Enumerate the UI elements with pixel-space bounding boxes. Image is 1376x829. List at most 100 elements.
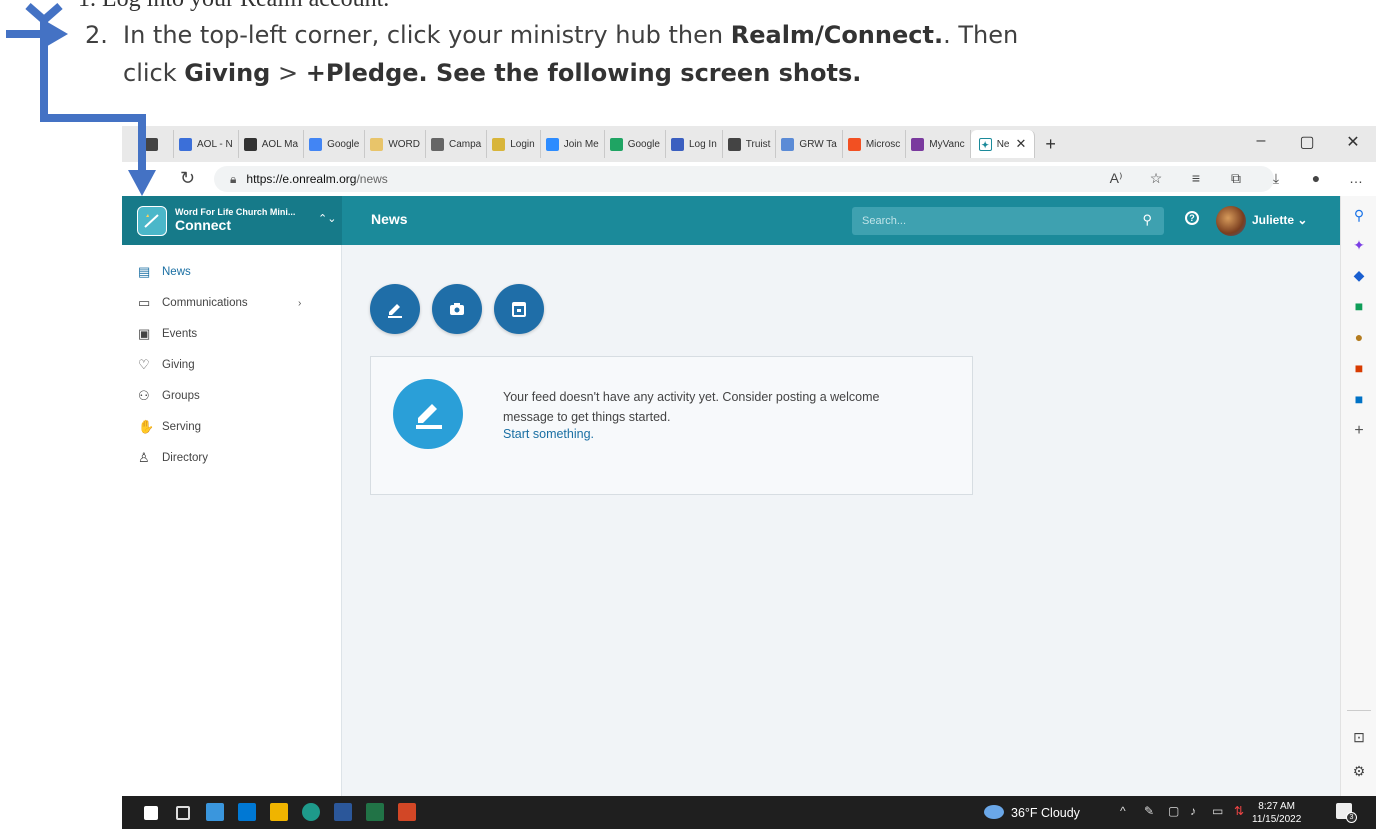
step-2-part-a: In the top-left corner, click your minis… bbox=[123, 21, 731, 49]
search-placeholder: Search... bbox=[862, 215, 907, 227]
sidebar-item-giving[interactable]: ♡ Giving bbox=[138, 358, 195, 372]
search-icon[interactable]: ⚲ bbox=[1350, 206, 1368, 224]
start-something-link[interactable]: Start something. bbox=[503, 427, 594, 441]
pen-icon[interactable]: ✎ bbox=[1144, 804, 1154, 818]
annotation-arrow bbox=[6, 2, 156, 196]
excel-icon[interactable] bbox=[366, 803, 384, 821]
file-explorer-icon[interactable] bbox=[270, 803, 288, 821]
games-icon[interactable]: ● bbox=[1350, 328, 1368, 346]
weather-text[interactable]: 36°F Cloudy bbox=[1011, 806, 1080, 820]
outlook-icon[interactable]: ■ bbox=[1350, 390, 1368, 408]
search-icon[interactable]: ⚲ bbox=[1142, 212, 1152, 228]
browser-tab[interactable]: MyVanc bbox=[906, 130, 971, 158]
browser-tab[interactable]: Join Me bbox=[541, 130, 605, 158]
add-favorite-icon[interactable]: ☆ bbox=[1136, 170, 1176, 187]
powerpoint-icon[interactable] bbox=[398, 803, 416, 821]
shopping-tag-icon[interactable]: ◆ bbox=[1350, 266, 1368, 284]
browser-tab[interactable]: Google bbox=[304, 130, 366, 158]
task-view-icon[interactable] bbox=[176, 806, 190, 820]
windows-start-icon[interactable] bbox=[144, 806, 158, 820]
browser-tab[interactable]: WORD bbox=[365, 130, 426, 158]
browser-tab-bar: AOL - N AOL Ma Google WORD Campa Login Join Me… bbox=[122, 126, 1376, 162]
sidebar-item-communications[interactable]: ▭ Communications bbox=[138, 296, 248, 310]
browser-tab[interactable]: GRW Ta bbox=[776, 130, 843, 158]
collections-icon[interactable]: ⧉ bbox=[1216, 170, 1256, 187]
pencil-icon bbox=[393, 379, 463, 449]
profile-icon[interactable]: ● bbox=[1296, 170, 1336, 187]
browser-tab[interactable]: Google bbox=[605, 130, 666, 158]
browser-tab-label: Google bbox=[627, 138, 660, 150]
word-icon[interactable] bbox=[334, 803, 352, 821]
sidebar-item-directory[interactable]: ♙ Directory bbox=[138, 451, 208, 465]
battery-icon[interactable]: ▭ bbox=[1212, 804, 1223, 818]
user-menu[interactable]: Juliette ⌄ bbox=[1252, 213, 1307, 227]
chevron-up-icon[interactable]: ^ bbox=[1120, 804, 1126, 818]
help-icon[interactable]: ? bbox=[1185, 211, 1199, 225]
camera-icon bbox=[450, 303, 464, 315]
close-tab-icon[interactable]: ✕ bbox=[1015, 136, 1026, 152]
browser-tab[interactable]: Login bbox=[487, 130, 541, 158]
browser-tab[interactable]: Microsc bbox=[843, 130, 907, 158]
minimize-button[interactable]: – bbox=[1238, 132, 1284, 152]
sidebar-collapse-icon[interactable]: ⊡ bbox=[1350, 728, 1368, 746]
sidebar-item-events[interactable]: ▣ Events bbox=[138, 327, 197, 341]
browser-tab[interactable]: Truist bbox=[723, 130, 777, 158]
downloads-icon[interactable]: ⤓ bbox=[1256, 170, 1296, 187]
giving-icon: ♡ bbox=[138, 357, 150, 372]
clock[interactable]: 8:27 AM 11/15/2022 bbox=[1252, 800, 1301, 826]
ministry-hub-switcher[interactable]: Word For Life Church Mini... Connect ⌃⌄ bbox=[122, 196, 342, 245]
sidebar-item-news[interactable]: ▤ News bbox=[138, 265, 191, 279]
realm-app: Word For Life Church Mini... Connect ⌃⌄ … bbox=[122, 196, 1340, 796]
page-title: News bbox=[371, 211, 408, 227]
zoom-icon bbox=[545, 137, 559, 151]
notification-count-badge: 3 bbox=[1346, 812, 1357, 823]
meet-icon[interactable]: ▢ bbox=[1168, 804, 1179, 818]
active-tab[interactable]: ✦ Ne ✕ bbox=[970, 130, 1036, 158]
post-button[interactable] bbox=[370, 284, 420, 334]
connect-logo-icon bbox=[137, 205, 167, 236]
new-tab-button[interactable]: + bbox=[1045, 134, 1056, 155]
volume-icon[interactable]: ♪ bbox=[1190, 804, 1196, 818]
news-icon: ▤ bbox=[138, 264, 151, 279]
browser-tab[interactable]: AOL Ma bbox=[239, 130, 305, 158]
address-bar: ↻ 🔒︎ https://e.onrealm.org/news A⁾ ☆ ≡ ⧉… bbox=[122, 162, 1376, 196]
sidebar-item-serving[interactable]: ✋ Serving bbox=[138, 420, 201, 434]
browser-tab-label: Log In bbox=[688, 138, 717, 150]
office-icon[interactable]: ■ bbox=[1350, 359, 1368, 377]
avatar[interactable] bbox=[1216, 206, 1246, 236]
more-icon[interactable]: … bbox=[1336, 170, 1376, 187]
restore-button[interactable]: ▢ bbox=[1284, 132, 1330, 152]
shield-icon bbox=[670, 137, 684, 151]
step-2-part-c: . Then bbox=[943, 21, 1019, 49]
network-icon[interactable]: ⇅ bbox=[1234, 804, 1244, 818]
browser-tab[interactable]: Log In bbox=[666, 130, 723, 158]
browser-tab-label: Login bbox=[510, 138, 535, 150]
word-icon bbox=[370, 137, 384, 151]
close-window-button[interactable]: ✕ bbox=[1330, 132, 1376, 152]
search-input[interactable]: Search... ⚲ bbox=[852, 207, 1164, 235]
photo-button[interactable] bbox=[432, 284, 482, 334]
tools-icon[interactable]: ■ bbox=[1350, 297, 1368, 315]
communications-icon: ▭ bbox=[138, 295, 151, 310]
folder-icon bbox=[781, 137, 795, 151]
edge-icon[interactable] bbox=[302, 803, 320, 821]
event-button[interactable] bbox=[494, 284, 544, 334]
user-name: Juliette bbox=[1252, 213, 1295, 227]
read-aloud-icon[interactable]: A⁾ bbox=[1096, 170, 1136, 187]
truist-icon bbox=[727, 137, 741, 151]
url-domain: https://e.onrealm.org bbox=[246, 172, 357, 186]
sidebar-item-label: Events bbox=[162, 328, 198, 340]
store-icon[interactable] bbox=[206, 803, 224, 821]
browser-tab-label: MyVanc bbox=[929, 138, 965, 150]
browser-tab[interactable]: Campa bbox=[426, 130, 488, 158]
add-icon[interactable]: + bbox=[1350, 422, 1368, 440]
calendar-icon bbox=[512, 302, 526, 317]
gear-icon[interactable]: ⚙ bbox=[1350, 762, 1368, 780]
sidebar-item-groups[interactable]: ⚇ Groups bbox=[138, 389, 200, 403]
favorites-icon[interactable]: ≡ bbox=[1176, 170, 1216, 187]
serving-icon: ✋ bbox=[138, 419, 155, 434]
mail-icon[interactable] bbox=[238, 803, 256, 821]
discover-icon[interactable]: ✦ bbox=[1350, 236, 1368, 254]
browser-tab-label: AOL Ma bbox=[261, 138, 299, 150]
weather-cloud-icon[interactable] bbox=[984, 805, 1004, 819]
